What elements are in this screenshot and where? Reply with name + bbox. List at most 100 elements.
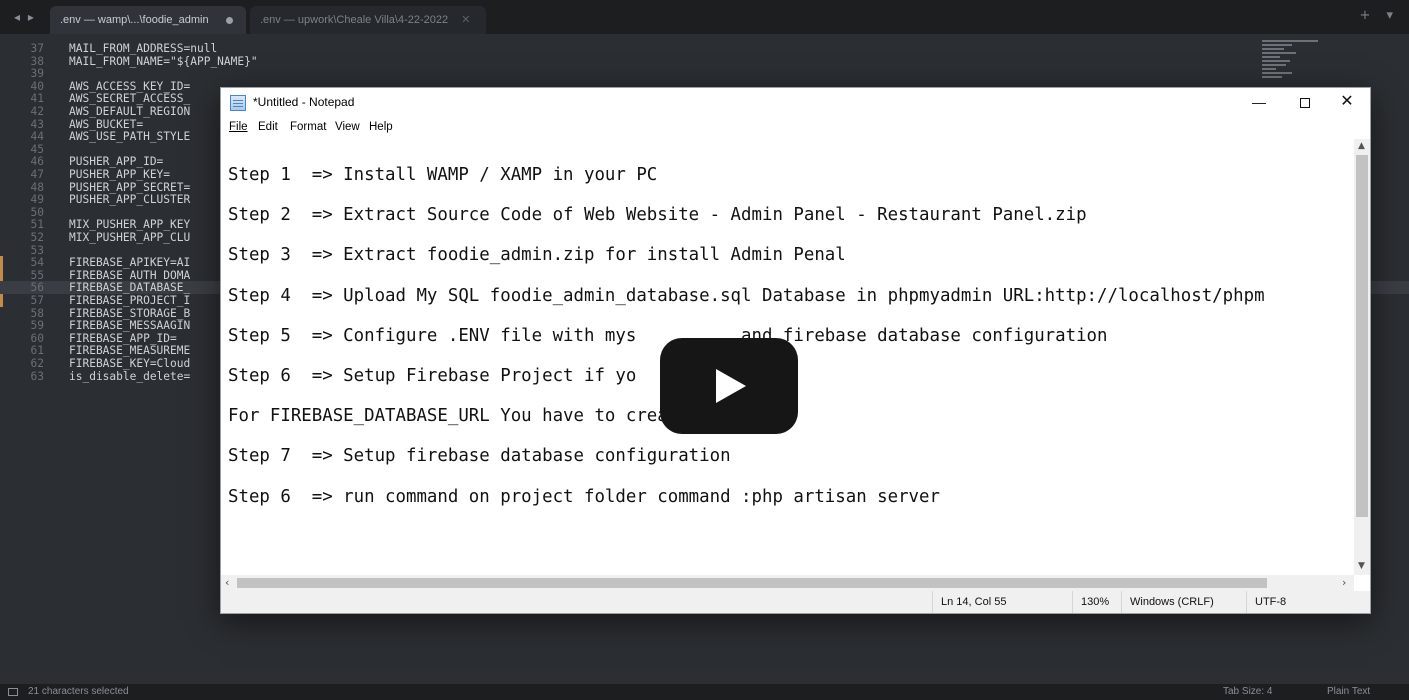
editor-tab-bar: ◂ ▸ .env — wamp\...\foodie_admin .env — … (0, 0, 1409, 34)
code-line[interactable]: FIREBASE_APIKEY=AI (69, 256, 190, 269)
line-number: 57 (30, 294, 44, 307)
code-line[interactable]: FIREBASE_AUTH_DOMA (69, 269, 190, 282)
play-icon[interactable] (660, 338, 798, 434)
code-line[interactable]: AWS_BUCKET= (69, 118, 143, 131)
cursor-position-status: Ln 14, Col 55 (932, 591, 1072, 613)
notepad-text-line[interactable]: Step 3 => Extract foodie_admin.zip for i… (228, 244, 846, 266)
line-number: 49 (30, 193, 44, 207)
line-number: 47 (30, 168, 44, 181)
maximize-icon (1300, 98, 1310, 109)
code-line[interactable]: AWS_DEFAULT_REGION (69, 105, 190, 118)
line-number: 55 (30, 268, 44, 282)
notepad-text-line[interactable]: Step 1 => Install WAMP / XAMP in your PC (228, 164, 657, 186)
line-number: 44 (30, 130, 44, 144)
line-number: 43 (30, 117, 44, 131)
editor-tab-inactive[interactable]: .env — upwork\Cheale Villa\4-22-2022 ✕ (250, 6, 486, 34)
code-line[interactable]: FIREBASE_KEY=Cloud (69, 357, 190, 370)
notepad-text-line[interactable]: Step 7 => Setup firebase database config… (228, 445, 731, 467)
line-number: 37 (30, 42, 44, 55)
selection-status: 21 characters selected (28, 686, 129, 697)
notepad-status-bar: Ln 14, Col 55 130% Windows (CRLF) UTF-8 (221, 591, 1370, 613)
minimap[interactable] (1262, 40, 1318, 84)
code-line[interactable]: PUSHER_APP_ID= (69, 155, 163, 168)
tab-close-icon[interactable]: ✕ (461, 14, 470, 26)
line-number: 63 (30, 369, 44, 383)
code-line[interactable]: FIREBASE_STORAGE_B (69, 307, 190, 320)
line-number: 40 (30, 79, 44, 93)
notepad-title-bar[interactable]: *Untitled - Notepad — ✕ (221, 88, 1370, 118)
editor-tab-label: .env — upwork\Cheale Villa\4-22-2022 (260, 14, 449, 26)
menu-format[interactable]: Format (290, 121, 326, 133)
maximize-button[interactable] (1282, 88, 1328, 118)
notepad-menu-bar: File Edit Format View Help (221, 118, 1370, 138)
line-number: 58 (30, 306, 44, 320)
code-line[interactable]: PUSHER_APP_SECRET= (69, 181, 190, 194)
line-number: 46 (30, 155, 44, 169)
zoom-status: 130% (1072, 591, 1128, 613)
code-line[interactable]: MAIL_FROM_ADDRESS=null (69, 42, 217, 55)
minimize-button[interactable]: — (1236, 88, 1282, 118)
menu-file[interactable]: File (229, 121, 248, 133)
code-line[interactable]: AWS_SECRET_ACCESS_ (69, 92, 190, 105)
line-ending-status: Windows (CRLF) (1121, 591, 1247, 613)
scroll-left-icon[interactable]: ‹ (225, 576, 229, 589)
line-number: 48 (30, 180, 44, 194)
notepad-app-icon[interactable] (230, 95, 246, 111)
menu-help[interactable]: Help (369, 121, 393, 133)
code-line[interactable]: FIREBASE_DATABASE_ (69, 281, 190, 294)
panel-toggle-icon[interactable] (8, 688, 18, 696)
line-number: 45 (30, 142, 44, 156)
code-line[interactable]: AWS_ACCESS_KEY_ID= (69, 80, 190, 93)
editor-tab-label: .env — wamp\...\foodie_admin (60, 14, 209, 26)
line-number: 60 (30, 331, 44, 345)
encoding-status: UTF-8 (1246, 591, 1356, 613)
line-number: 61 (30, 344, 44, 358)
notepad-text-line[interactable]: Step 6 => run command on project folder … (228, 486, 940, 508)
code-line[interactable]: AWS_USE_PATH_STYLE (69, 130, 190, 143)
notepad-text-line[interactable]: Step 4 => Upload My SQL foodie_admin_dat… (228, 285, 1265, 307)
line-number: 53 (30, 243, 44, 257)
modified-dot-icon[interactable] (225, 16, 233, 24)
line-number: 42 (30, 105, 44, 118)
line-number: 56 (30, 281, 44, 295)
vertical-scrollbar[interactable]: ▲ ▼ (1354, 139, 1370, 575)
code-line[interactable]: PUSHER_APP_CLUSTER (69, 193, 190, 206)
tab-size-status[interactable]: Tab Size: 4 (1223, 684, 1272, 700)
horizontal-scrollbar[interactable]: ‹ › (221, 575, 1354, 591)
scroll-right-icon[interactable]: › (1342, 576, 1346, 589)
line-number: 54 (30, 256, 44, 270)
line-number: 41 (30, 92, 44, 106)
minimize-icon: — (1252, 94, 1266, 110)
line-number: 39 (30, 67, 44, 81)
syntax-status[interactable]: Plain Text (1327, 684, 1370, 700)
code-line[interactable]: MIX_PUSHER_APP_KEY (69, 218, 190, 231)
scroll-down-icon[interactable]: ▼ (1358, 561, 1366, 571)
tab-add-and-menu-icon[interactable]: + ▾ (1359, 8, 1399, 23)
line-number: 51 (30, 218, 44, 232)
code-line[interactable]: MIX_PUSHER_APP_CLU (69, 231, 190, 244)
editor-tab-active[interactable]: .env — wamp\...\foodie_admin (50, 6, 246, 34)
code-line[interactable]: FIREBASE_MEASUREME (69, 344, 190, 357)
notepad-text-line[interactable]: Step 2 => Extract Source Code of Web Web… (228, 204, 1087, 226)
code-line[interactable]: FIREBASE_APP_ID= (69, 332, 177, 345)
code-line[interactable]: FIREBASE_PROJECT_I (69, 294, 190, 307)
scroll-up-icon[interactable]: ▲ (1358, 141, 1366, 151)
close-button[interactable]: ✕ (1324, 88, 1370, 118)
close-icon: ✕ (1340, 93, 1354, 110)
line-number: 38 (30, 54, 44, 68)
code-line[interactable]: MAIL_FROM_NAME="${APP_NAME}" (69, 55, 258, 68)
line-number: 50 (30, 205, 44, 219)
vertical-scroll-thumb[interactable] (1356, 155, 1368, 517)
code-line[interactable]: is_disable_delete= (69, 370, 190, 383)
line-number: 59 (30, 319, 44, 333)
menu-view[interactable]: View (335, 121, 360, 133)
notepad-title: *Untitled - Notepad (253, 95, 355, 109)
editor-status-bar: 21 characters selected Tab Size: 4 Plain… (0, 684, 1409, 700)
horizontal-scroll-thumb[interactable] (237, 578, 1267, 588)
tab-nav-arrows-icon[interactable]: ◂ ▸ (14, 10, 36, 24)
line-number: 52 (30, 231, 44, 244)
menu-edit[interactable]: Edit (258, 121, 278, 133)
code-line[interactable]: FIREBASE_MESSAAGIN (69, 319, 190, 332)
line-number: 62 (30, 357, 44, 370)
code-line[interactable]: PUSHER_APP_KEY= (69, 168, 170, 181)
